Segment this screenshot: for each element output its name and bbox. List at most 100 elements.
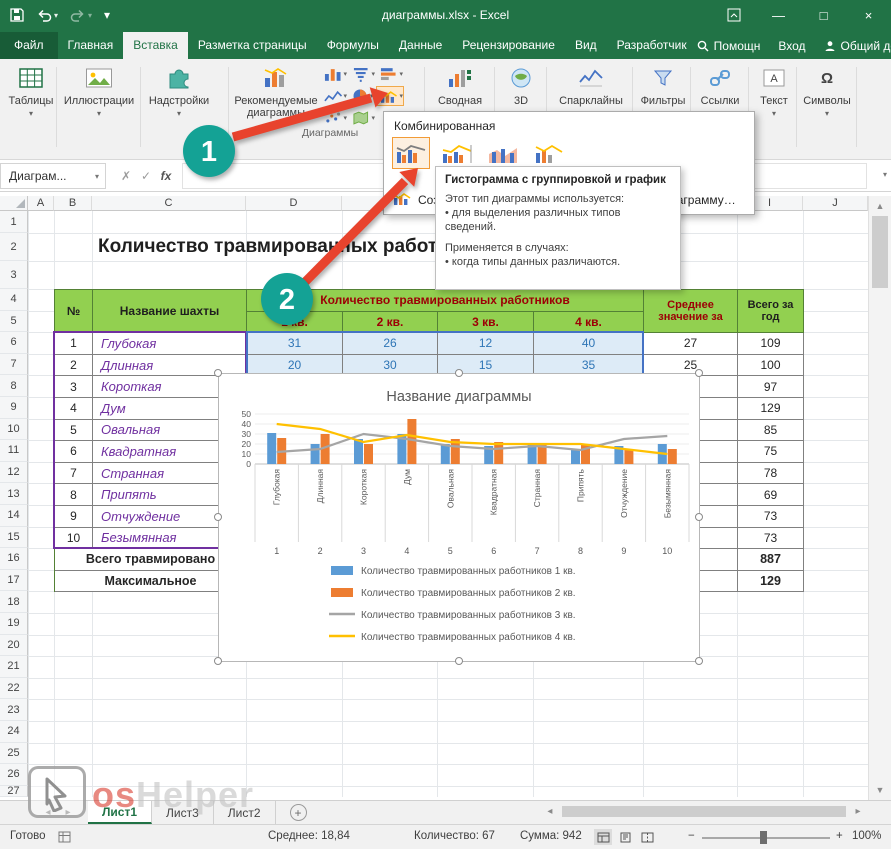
row-header-7[interactable]: 7 xyxy=(0,354,28,376)
symbols-button[interactable]: ΩСимволы▾ xyxy=(798,64,856,120)
name-box-caret-icon[interactable]: ▾ xyxy=(95,172,105,181)
cell-row-number[interactable]: 5 xyxy=(55,420,93,442)
cell-q4[interactable]: 40 xyxy=(534,333,644,355)
row-header-8[interactable]: 8 xyxy=(0,375,28,397)
cell-q2[interactable]: 26 xyxy=(343,333,438,355)
row-header-4[interactable]: 4 xyxy=(0,289,28,311)
row-header-14[interactable]: 14 xyxy=(0,505,28,527)
ribbon-tab-9[interactable]: Разработчик xyxy=(607,32,697,59)
chart-handle[interactable] xyxy=(214,513,222,521)
page-layout-view-icon[interactable] xyxy=(616,829,634,845)
chart-handle[interactable] xyxy=(695,657,703,665)
chart-handle[interactable] xyxy=(695,369,703,377)
row-header-1[interactable]: 1 xyxy=(0,211,28,233)
header-num[interactable]: № xyxy=(55,290,93,333)
ribbon-tab-6[interactable]: Данные xyxy=(389,32,452,59)
column-header-C[interactable]: C xyxy=(92,196,246,211)
zoom-in-icon[interactable]: + xyxy=(836,830,843,842)
row-header-17[interactable]: 17 xyxy=(0,570,28,592)
zoom-slider-thumb[interactable] xyxy=(760,831,767,844)
row-header-25[interactable]: 25 xyxy=(0,743,28,765)
scroll-right-icon[interactable]: ▸ xyxy=(848,806,868,817)
header-quarter-4[interactable]: 4 кв. xyxy=(534,312,644,334)
ribbon-display-options-icon[interactable] xyxy=(711,0,756,30)
cell-total[interactable]: 109 xyxy=(738,333,804,355)
cell-total[interactable]: 73 xyxy=(738,528,804,550)
header-quarter-3[interactable]: 3 кв. xyxy=(438,312,534,334)
header-quarters-title[interactable]: Количество травмированных работников xyxy=(247,290,644,312)
cell-footer-total[interactable]: 129 xyxy=(738,571,804,593)
save-icon[interactable] xyxy=(10,8,24,22)
row-header-9[interactable]: 9 xyxy=(0,397,28,419)
ribbon-tab-3[interactable]: Вставка xyxy=(123,32,188,59)
row-header-15[interactable]: 15 xyxy=(0,527,28,549)
cell-average[interactable]: 27 xyxy=(644,333,738,355)
cell-row-number[interactable]: 7 xyxy=(55,463,93,485)
row-header-20[interactable]: 20 xyxy=(0,635,28,657)
undo-icon[interactable]: ▾ xyxy=(36,8,58,22)
scroll-up-icon[interactable]: ▲ xyxy=(869,198,891,214)
chart-handle[interactable] xyxy=(695,513,703,521)
header-quarter-1[interactable]: 1 кв. xyxy=(247,312,343,334)
illustrations-button[interactable]: Иллюстрации▾ xyxy=(60,64,138,120)
cell-q3[interactable]: 12 xyxy=(438,333,534,355)
row-header-6[interactable]: 6 xyxy=(0,332,28,354)
normal-view-icon[interactable] xyxy=(594,829,612,845)
minimize-icon[interactable]: ― xyxy=(756,0,801,30)
cell-total[interactable]: 73 xyxy=(738,506,804,528)
select-all-corner[interactable] xyxy=(0,196,28,211)
cell-total[interactable]: 85 xyxy=(738,420,804,442)
cell-row-number[interactable]: 3 xyxy=(55,376,93,398)
row-header-24[interactable]: 24 xyxy=(0,721,28,743)
cell-row-number[interactable]: 2 xyxy=(55,355,93,377)
ribbon-tab-7[interactable]: Рецензирование xyxy=(452,32,565,59)
scroll-left-icon[interactable]: ◂ xyxy=(540,806,560,817)
cell-q1[interactable]: 31 xyxy=(247,333,343,355)
scatter-chart-icon[interactable]: ▾ xyxy=(320,108,348,128)
tables-button[interactable]: Таблицы▾ xyxy=(6,64,56,120)
chart-handle[interactable] xyxy=(214,657,222,665)
header-average[interactable]: Среднее значение за xyxy=(644,290,738,333)
header-total[interactable]: Всего за год xyxy=(738,290,804,333)
stacked-area-clustered-column-icon[interactable] xyxy=(484,137,522,169)
column-chart-icon[interactable]: ▾ xyxy=(320,64,348,84)
cell-total[interactable]: 129 xyxy=(738,398,804,420)
row-header-12[interactable]: 12 xyxy=(0,462,28,484)
maximize-icon[interactable]: □ xyxy=(801,0,846,30)
redo-icon[interactable]: ▾ xyxy=(70,8,92,22)
close-icon[interactable]: × xyxy=(846,0,891,30)
clustered-column-line-secondary-axis-icon[interactable] xyxy=(438,137,476,169)
row-header-19[interactable]: 19 xyxy=(0,613,28,635)
funnel-chart-icon[interactable]: ▾ xyxy=(348,64,376,84)
tell-me-search[interactable]: Помощн xyxy=(697,39,761,53)
cell-row-number[interactable]: 9 xyxy=(55,506,93,528)
cell-mine-name[interactable]: Глубокая xyxy=(93,333,247,355)
cancel-icon[interactable]: ✗ xyxy=(116,163,136,189)
ribbon-tab-2[interactable]: Главная xyxy=(58,32,124,59)
insert-function-icon[interactable]: fx xyxy=(156,163,176,189)
vertical-scrollbar[interactable]: ▲ ▼ xyxy=(868,196,891,800)
column-header-A[interactable]: A xyxy=(28,196,54,211)
ribbon-tab-8[interactable]: Вид xyxy=(565,32,607,59)
recommended-charts-button[interactable]: Рекомендуемые диаграммы xyxy=(232,64,320,119)
add-ins-button[interactable]: Надстройки▾ xyxy=(142,64,216,120)
custom-combination-icon[interactable] xyxy=(530,137,568,169)
chart-handle[interactable] xyxy=(455,657,463,665)
zoom-out-icon[interactable]: − xyxy=(688,830,695,842)
row-header-16[interactable]: 16 xyxy=(0,548,28,570)
cell-total[interactable]: 69 xyxy=(738,484,804,506)
text-button[interactable]: АТекст▾ xyxy=(752,64,796,120)
row-header-5[interactable]: 5 xyxy=(0,311,28,333)
cell-total[interactable]: 97 xyxy=(738,376,804,398)
row-header-11[interactable]: 11 xyxy=(0,440,28,462)
row-header-22[interactable]: 22 xyxy=(0,678,28,700)
vertical-scroll-thumb[interactable] xyxy=(872,216,888,288)
row-header-23[interactable]: 23 xyxy=(0,699,28,721)
cell-total[interactable]: 78 xyxy=(738,463,804,485)
ribbon-tab-1[interactable]: Файл xyxy=(0,32,58,59)
row-header-10[interactable]: 10 xyxy=(0,419,28,441)
row-header-3[interactable]: 3 xyxy=(0,261,28,289)
cell-row-number[interactable]: 6 xyxy=(55,441,93,463)
cell-row-number[interactable]: 1 xyxy=(55,333,93,355)
ribbon-tab-5[interactable]: Формулы xyxy=(317,32,389,59)
